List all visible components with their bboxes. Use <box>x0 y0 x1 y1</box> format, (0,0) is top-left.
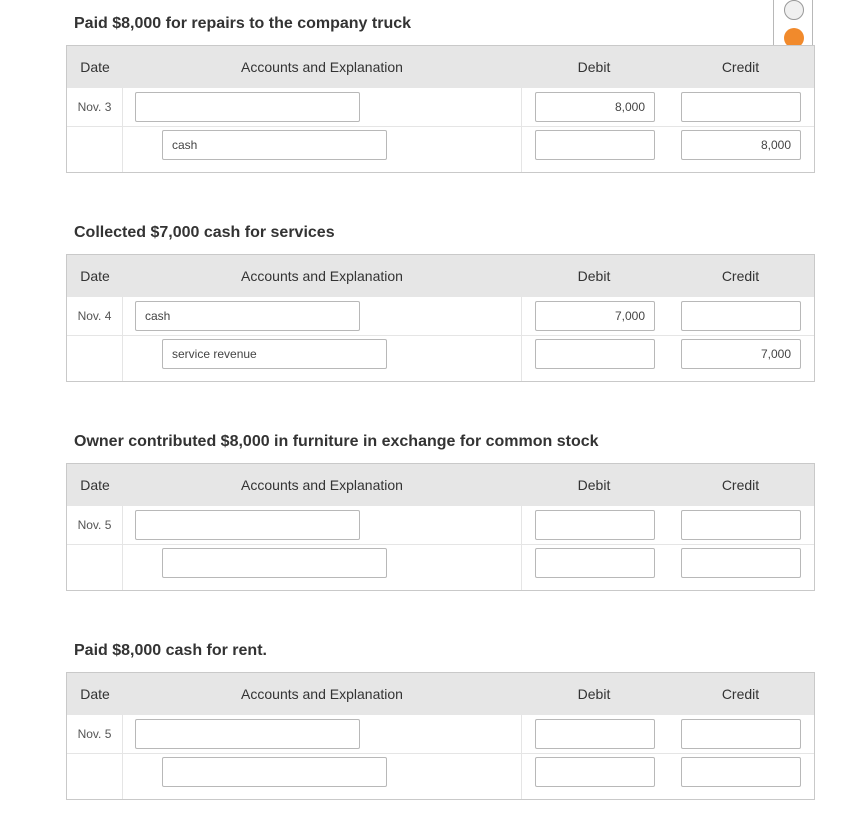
account-input[interactable]: cash <box>162 130 387 160</box>
header-credit: Credit <box>721 477 760 493</box>
credit-input[interactable] <box>681 510 801 540</box>
debit-input[interactable] <box>535 548 655 578</box>
header-credit: Credit <box>721 59 760 75</box>
credit-input[interactable]: 7,000 <box>681 339 801 369</box>
debit-input[interactable] <box>535 757 655 787</box>
debit-input[interactable]: 7,000 <box>535 301 655 331</box>
header-accounts: Accounts and Explanation <box>241 686 403 702</box>
account-input[interactable] <box>135 92 360 122</box>
header-debit: Debit <box>577 268 611 284</box>
date-cell: Nov. 4 <box>77 309 112 323</box>
entry-title: Paid $8,000 for repairs to the company t… <box>74 15 412 32</box>
date-cell: Nov. 3 <box>77 100 112 114</box>
credit-input[interactable] <box>681 301 801 331</box>
account-input[interactable] <box>162 757 387 787</box>
credit-input[interactable] <box>681 719 801 749</box>
table-header: Date Accounts and Explanation Debit Cred… <box>67 673 814 715</box>
credit-input[interactable] <box>681 92 801 122</box>
debit-input[interactable]: 8,000 <box>535 92 655 122</box>
debit-input[interactable] <box>535 130 655 160</box>
header-debit: Debit <box>577 59 611 75</box>
table-header: Date Accounts and Explanation Debit Cred… <box>67 464 814 506</box>
journal-table: Date Accounts and Explanation Debit Cred… <box>66 672 815 800</box>
debit-input[interactable] <box>535 339 655 369</box>
header-accounts: Accounts and Explanation <box>241 268 403 284</box>
header-date: Date <box>80 59 110 75</box>
account-input[interactable] <box>135 510 360 540</box>
credit-input[interactable] <box>681 757 801 787</box>
table-header: Date Accounts and Explanation Debit Cred… <box>67 46 814 88</box>
header-accounts: Accounts and Explanation <box>241 59 403 75</box>
table-row: Nov. 3 8,000 <box>67 88 814 126</box>
account-input[interactable]: service revenue <box>162 339 387 369</box>
table-row: Nov. 4 cash 7,000 <box>67 297 814 335</box>
journal-table: Date Accounts and Explanation Debit Cred… <box>66 254 815 382</box>
table-header: Date Accounts and Explanation Debit Cred… <box>67 255 814 297</box>
debit-input[interactable] <box>535 510 655 540</box>
table-row: Nov. 5 <box>67 506 814 544</box>
table-row: service revenue 7,000 <box>67 335 814 373</box>
entry-title: Collected $7,000 cash for services <box>74 224 335 241</box>
credit-input[interactable]: 8,000 <box>681 130 801 160</box>
grey-circle-icon[interactable] <box>784 0 804 20</box>
header-date: Date <box>80 268 110 284</box>
header-date: Date <box>80 477 110 493</box>
debit-input[interactable] <box>535 719 655 749</box>
table-row <box>67 544 814 582</box>
header-credit: Credit <box>721 686 760 702</box>
journal-table: Date Accounts and Explanation Debit Cred… <box>66 463 815 591</box>
header-credit: Credit <box>721 268 760 284</box>
table-row: Nov. 5 <box>67 715 814 753</box>
header-date: Date <box>80 686 110 702</box>
entry-title: Owner contributed $8,000 in furniture in… <box>74 433 599 450</box>
journal-table: Date Accounts and Explanation Debit Cred… <box>66 45 815 173</box>
account-input[interactable] <box>135 719 360 749</box>
entry-title: Paid $8,000 cash for rent. <box>74 642 267 659</box>
header-debit: Debit <box>577 477 611 493</box>
table-row <box>67 753 814 791</box>
date-cell: Nov. 5 <box>77 518 112 532</box>
header-accounts: Accounts and Explanation <box>241 477 403 493</box>
account-input[interactable]: cash <box>135 301 360 331</box>
table-row: cash 8,000 <box>67 126 814 164</box>
credit-input[interactable] <box>681 548 801 578</box>
header-debit: Debit <box>577 686 611 702</box>
date-cell: Nov. 5 <box>77 727 112 741</box>
account-input[interactable] <box>162 548 387 578</box>
